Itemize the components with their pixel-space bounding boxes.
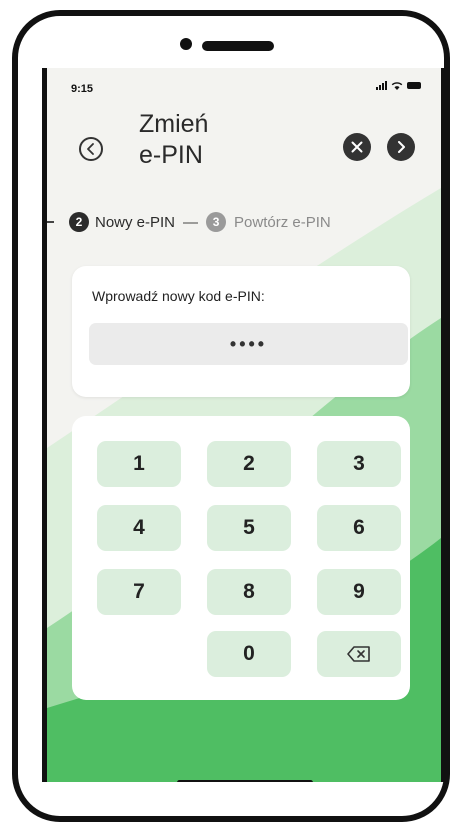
step-connector-left: [47, 221, 54, 223]
speaker-bar: [202, 41, 274, 51]
keypad-card: 1 2 3 4 5 6 7 8 9 0: [72, 416, 410, 700]
key-3[interactable]: 3: [317, 441, 401, 487]
backspace-icon: [347, 646, 370, 662]
close-icon: [351, 141, 363, 153]
camera-dot: [180, 38, 192, 50]
title-line-2: e-PIN: [139, 141, 203, 169]
key-9[interactable]: 9: [317, 569, 401, 615]
home-indicator[interactable]: [177, 780, 313, 782]
key-2[interactable]: 2: [207, 441, 291, 487]
battery-icon: [407, 82, 421, 89]
backspace-button[interactable]: [317, 631, 401, 677]
key-6[interactable]: 6: [317, 505, 401, 551]
close-button[interactable]: [343, 133, 371, 161]
step-separator: —: [183, 213, 199, 231]
step-next-number: 3: [206, 212, 227, 232]
wifi-icon: [391, 82, 403, 90]
pin-prompt: Wprowadź nowy kod e-PIN:: [92, 288, 265, 304]
step-current-number: 2: [69, 212, 89, 232]
key-0[interactable]: 0: [207, 631, 291, 677]
key-8[interactable]: 8: [207, 569, 291, 615]
title-line-1: Zmień: [139, 110, 209, 138]
key-7[interactable]: 7: [97, 569, 181, 615]
signal-icon: [376, 81, 387, 90]
status-time: 9:15: [71, 83, 94, 95]
phone-screen: 9:15 Zmień e-PIN 2 Nowy e-PIN — 3 Powtór…: [42, 68, 446, 782]
key-1[interactable]: 1: [97, 441, 181, 487]
step-indicator: 2 Nowy e-PIN — 3 Powtórz e-PIN: [47, 211, 441, 233]
step-next-label: Powtórz e-PIN: [234, 213, 331, 231]
pin-input[interactable]: ••••: [89, 323, 408, 365]
pin-entry-card: Wprowadź nowy kod e-PIN: ••••: [72, 266, 410, 397]
chevron-left-icon: [87, 143, 94, 155]
key-4[interactable]: 4: [97, 505, 181, 551]
back-button[interactable]: [79, 137, 103, 161]
key-5[interactable]: 5: [207, 505, 291, 551]
step-current-label: Nowy e-PIN: [95, 213, 176, 231]
status-icons: [376, 81, 421, 90]
chevron-right-icon: [398, 141, 405, 153]
next-button[interactable]: [387, 133, 415, 161]
page-title: Zmień e-PIN: [139, 109, 208, 171]
